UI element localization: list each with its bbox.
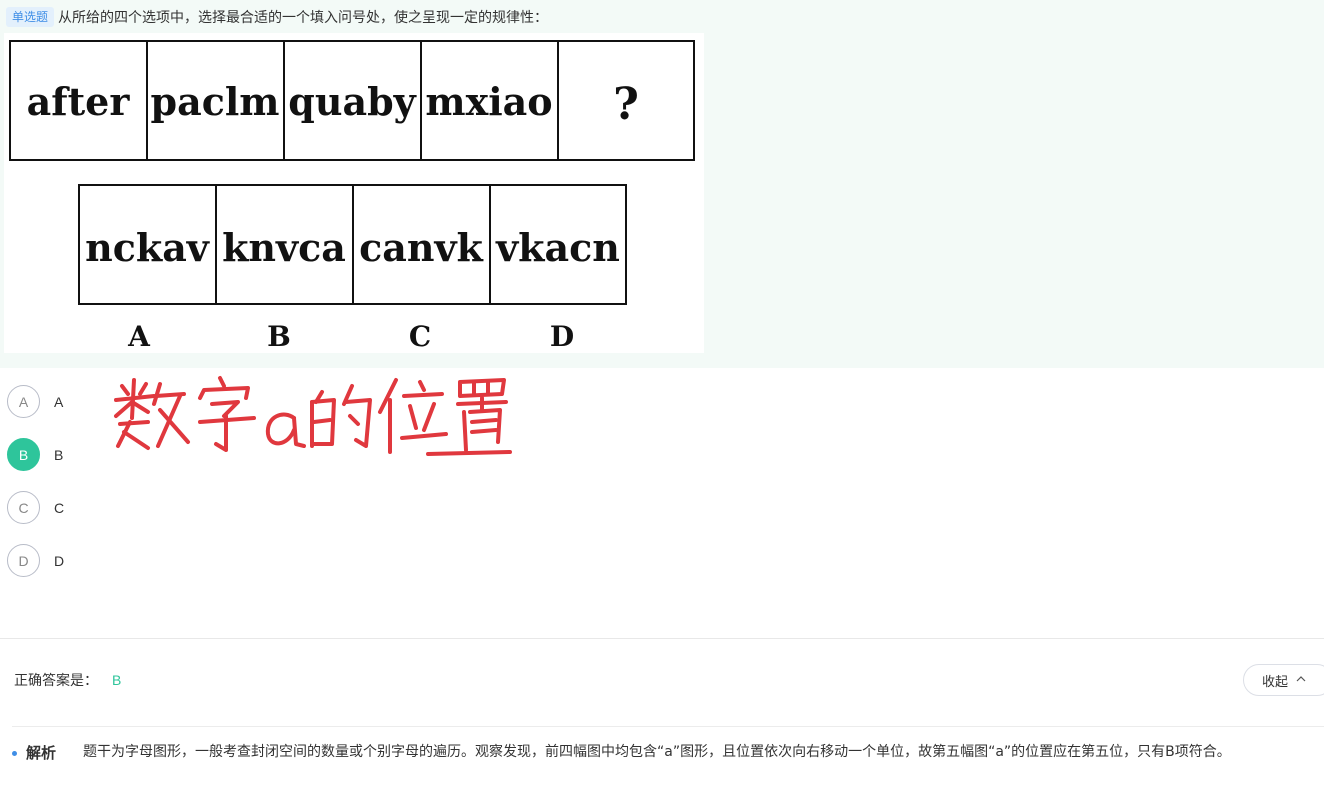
sequence-cell-2: paclm (151, 79, 280, 124)
question-header: 单选题 从所给的四个选项中，选择最合适的一个填入问号处，使之呈现一定的规律性： (6, 6, 548, 28)
handwriting-char-1 (114, 378, 190, 450)
analysis-divider (12, 726, 1324, 727)
analysis-body: 题干为字母图形，一般考查封闭空间的数量或个别字母的遍历。观察发现，前四幅图中均包… (83, 744, 1231, 760)
option-c-label: C (54, 499, 65, 516)
option-a-radio[interactable]: A (7, 385, 40, 418)
choice-letter-c: C (409, 320, 431, 353)
handwritten-annotation (108, 372, 518, 462)
option-c[interactable]: C C (7, 491, 64, 524)
question-type-badge: 单选题 (6, 7, 55, 27)
sequence-cell-5: ? (613, 79, 639, 130)
option-d-label: D (54, 552, 65, 569)
option-a[interactable]: A A (7, 385, 63, 418)
option-a-label: A (54, 393, 64, 410)
handwriting-char-5 (378, 378, 448, 454)
sequence-cell-4: mxiao (425, 79, 552, 124)
option-d-radio[interactable]: D (7, 544, 40, 577)
correct-answer-label: 正确答案是： (14, 673, 98, 689)
choice-letter-d: D (550, 320, 574, 353)
collapse-button[interactable]: 收起 (1243, 664, 1324, 696)
choice-cell-a: nckav (85, 225, 211, 270)
choice-letter-a: A (127, 320, 151, 353)
handwriting-char-6 (426, 378, 512, 456)
bullet-icon (12, 751, 17, 756)
choice-letter-b: B (267, 320, 291, 353)
correct-answer-value: B (112, 672, 122, 688)
puzzle-image: after paclm quaby mxiao ? nckav knvca ca… (4, 33, 704, 353)
option-d[interactable]: D D (7, 544, 64, 577)
choice-cell-d: vkacn (495, 225, 620, 270)
correct-answer-row: 正确答案是： B (14, 670, 121, 690)
collapse-button-label: 收起 (1262, 674, 1289, 690)
sequence-cell-3: quaby (288, 79, 416, 124)
question-panel: 单选题 从所给的四个选项中，选择最合适的一个填入问号处，使之呈现一定的规律性： … (0, 0, 1324, 368)
handwriting-char-4 (310, 384, 372, 448)
choice-cell-b: knvca (222, 225, 346, 270)
section-divider (0, 638, 1324, 639)
option-b-radio[interactable]: B (7, 438, 40, 471)
chevron-up-icon (1296, 673, 1306, 688)
analysis-title: 解析 (26, 744, 57, 762)
question-text: 从所给的四个选项中，选择最合适的一个填入问号处，使之呈现一定的规律性： (58, 10, 549, 26)
option-c-radio[interactable]: C (7, 491, 40, 524)
sequence-cell-1: after (27, 79, 131, 124)
choice-cell-c: canvk (359, 225, 483, 270)
handwriting-char-3 (265, 412, 306, 448)
option-b[interactable]: B B (7, 438, 63, 471)
option-b-label: B (54, 446, 64, 463)
handwriting-char-2 (198, 376, 256, 452)
